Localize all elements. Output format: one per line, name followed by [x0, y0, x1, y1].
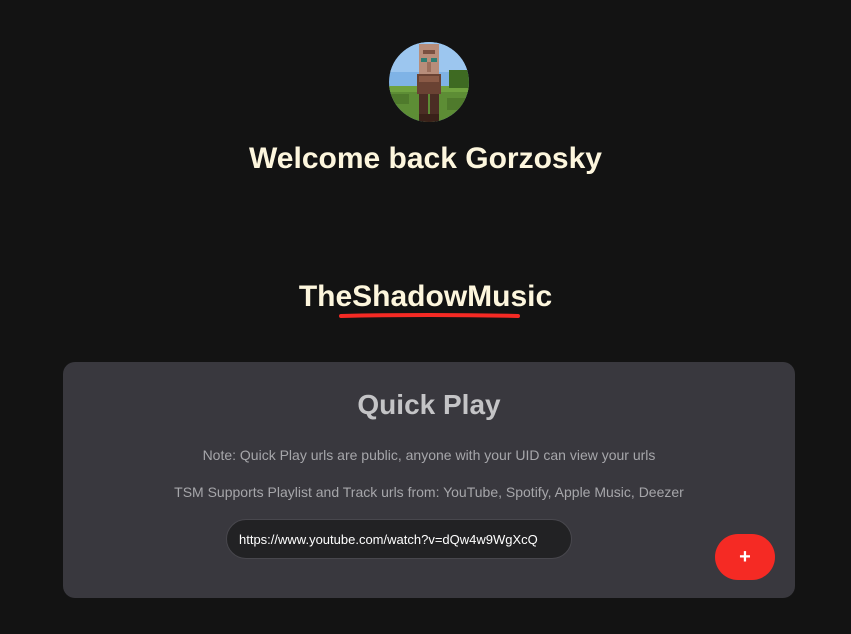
plus-icon: +: [739, 546, 751, 568]
quick-play-title: Quick Play: [357, 389, 501, 420]
avatar: [389, 42, 469, 122]
add-url-button[interactable]: +: [715, 534, 775, 580]
quick-play-url-input[interactable]: [226, 519, 572, 559]
brand-title: TheShadowMusic: [298, 280, 553, 313]
quick-play-note: Note: Quick Play urls are public, anyone…: [202, 447, 656, 463]
quick-play-card: Quick Play Note: Quick Play urls are pub…: [63, 362, 795, 598]
brand-underline: [339, 313, 520, 318]
welcome-heading: Welcome back Gorzosky: [249, 142, 602, 175]
supported-services-text: TSM Supports Playlist and Track urls fro…: [174, 484, 684, 500]
page: Welcome back Gorzosky TheShadowMusic Qui…: [0, 0, 851, 634]
minecraft-villager-avatar-icon: [389, 42, 469, 122]
